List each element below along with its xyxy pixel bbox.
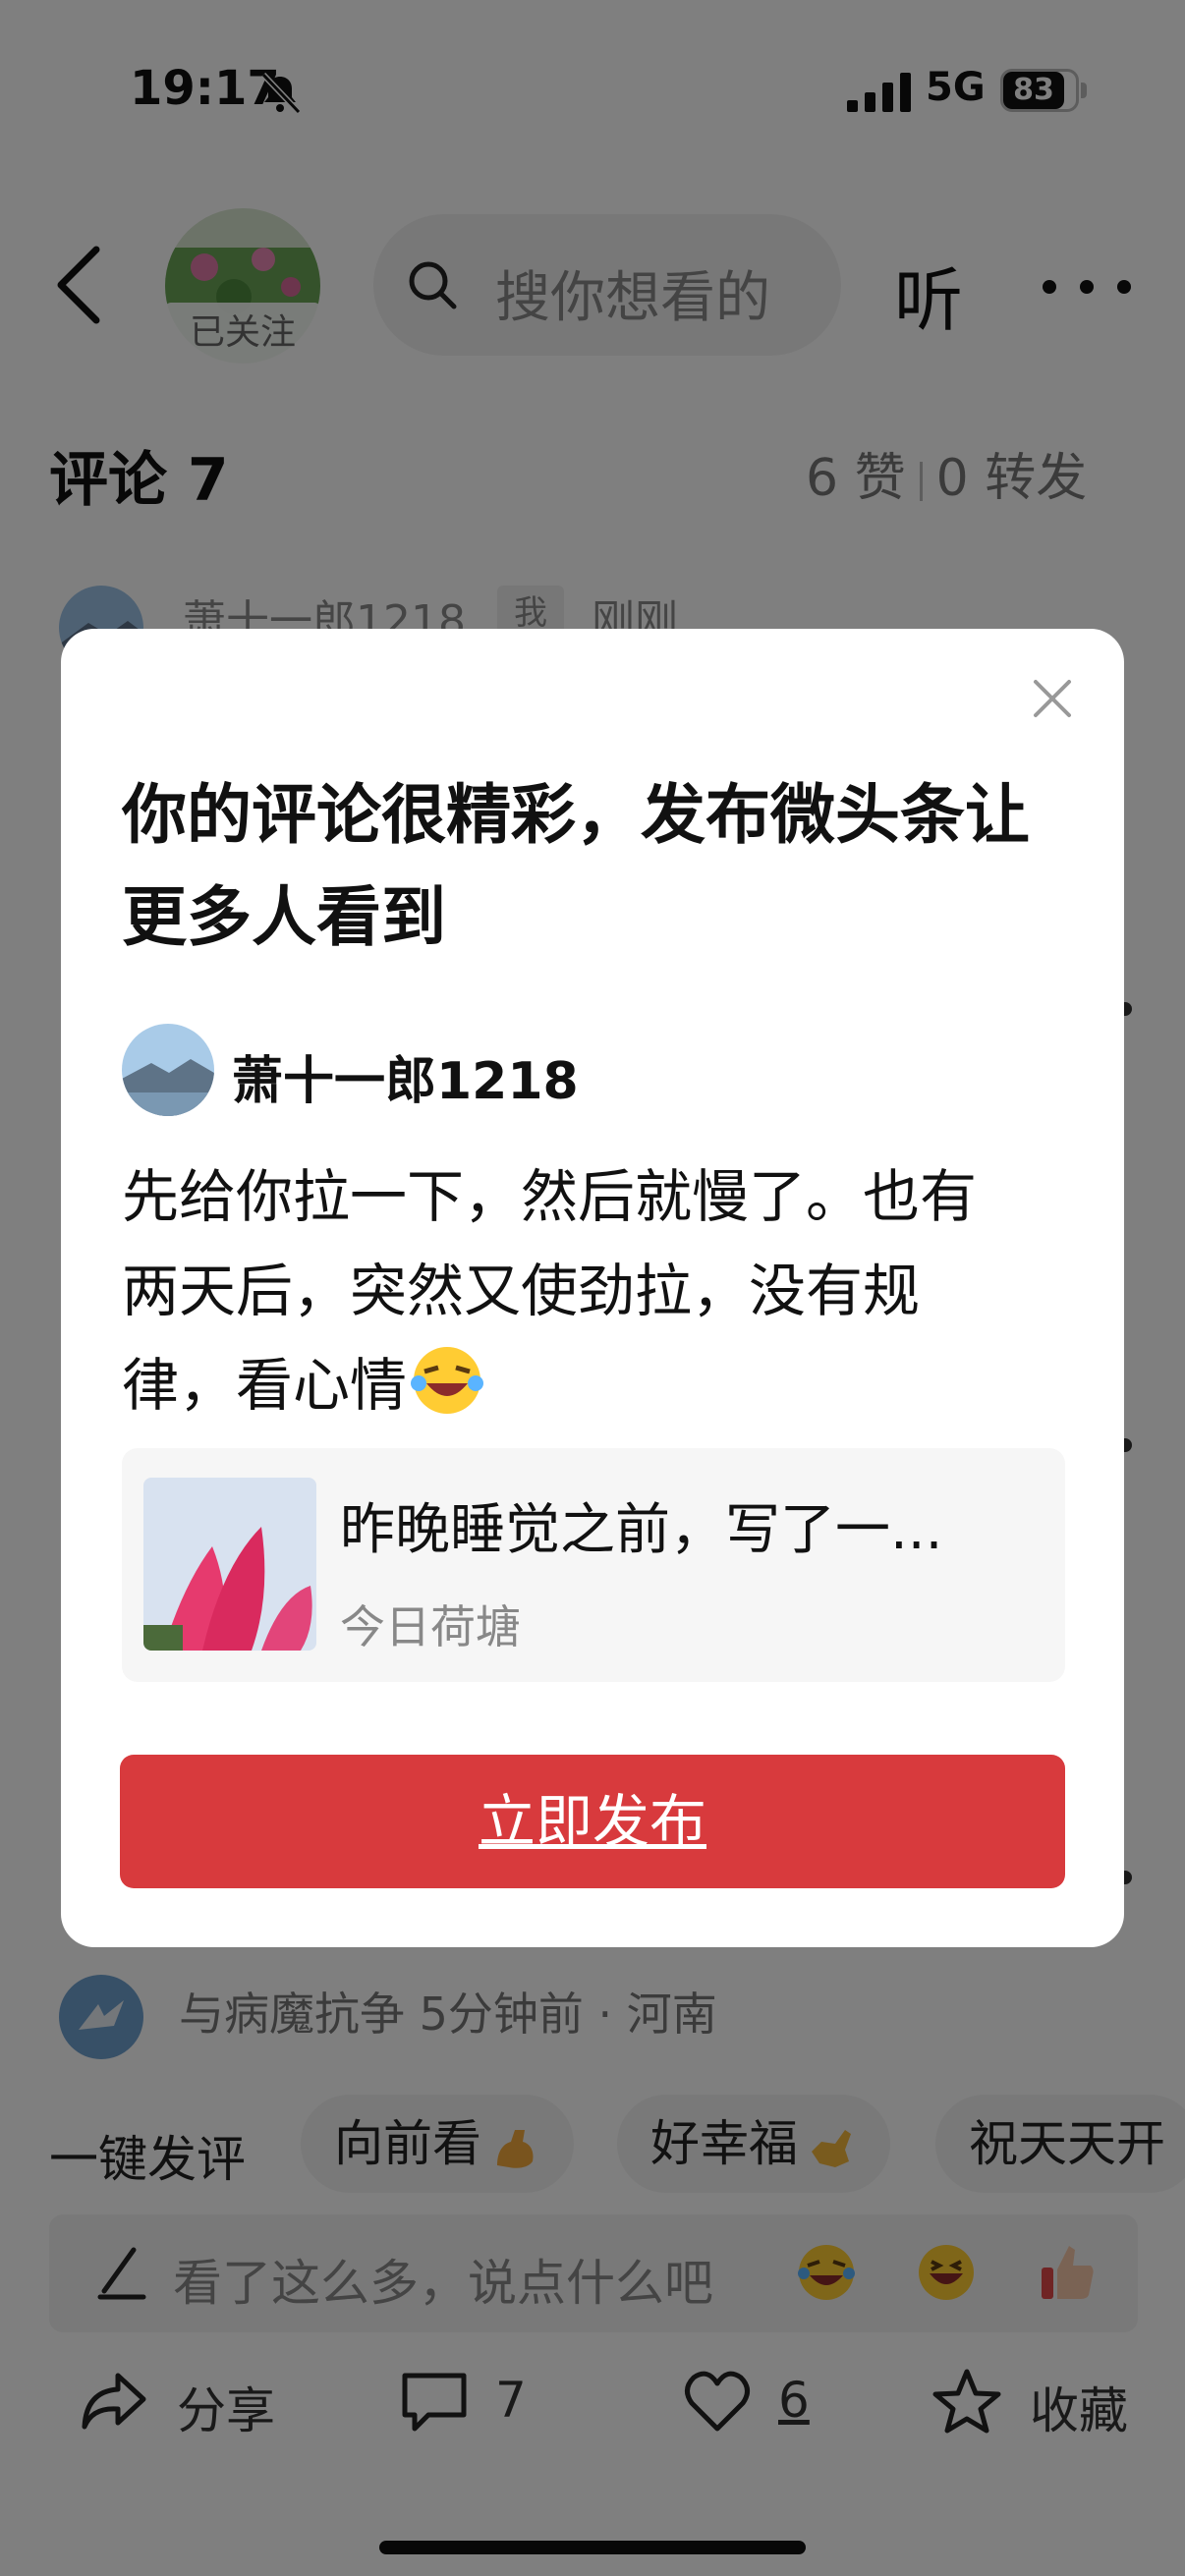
author-name: 萧十一郎1218 xyxy=(232,1052,579,1111)
comment-body: 先给你拉一下，然后就慢了。也有两天后，突然又使劲拉，没有规律，看心情 xyxy=(122,1163,978,1419)
article-source: 今日荷塘 xyxy=(340,1600,521,1653)
close-icon[interactable] xyxy=(1028,674,1077,723)
comment-text: 先给你拉一下，然后就慢了。也有两天后，突然又使劲拉，没有规律，看心情 xyxy=(122,1149,1026,1432)
laughing-emoji-icon xyxy=(411,1347,484,1414)
article-thumbnail xyxy=(143,1478,316,1651)
article-title: 昨晚睡觉之前，写了一... xyxy=(340,1498,943,1562)
author-avatar xyxy=(122,1024,214,1116)
dialog-title: 你的评论很精彩，发布微头条让更多人看到 xyxy=(122,777,1030,955)
publish-button[interactable]: 立即发布 xyxy=(120,1755,1065,1888)
